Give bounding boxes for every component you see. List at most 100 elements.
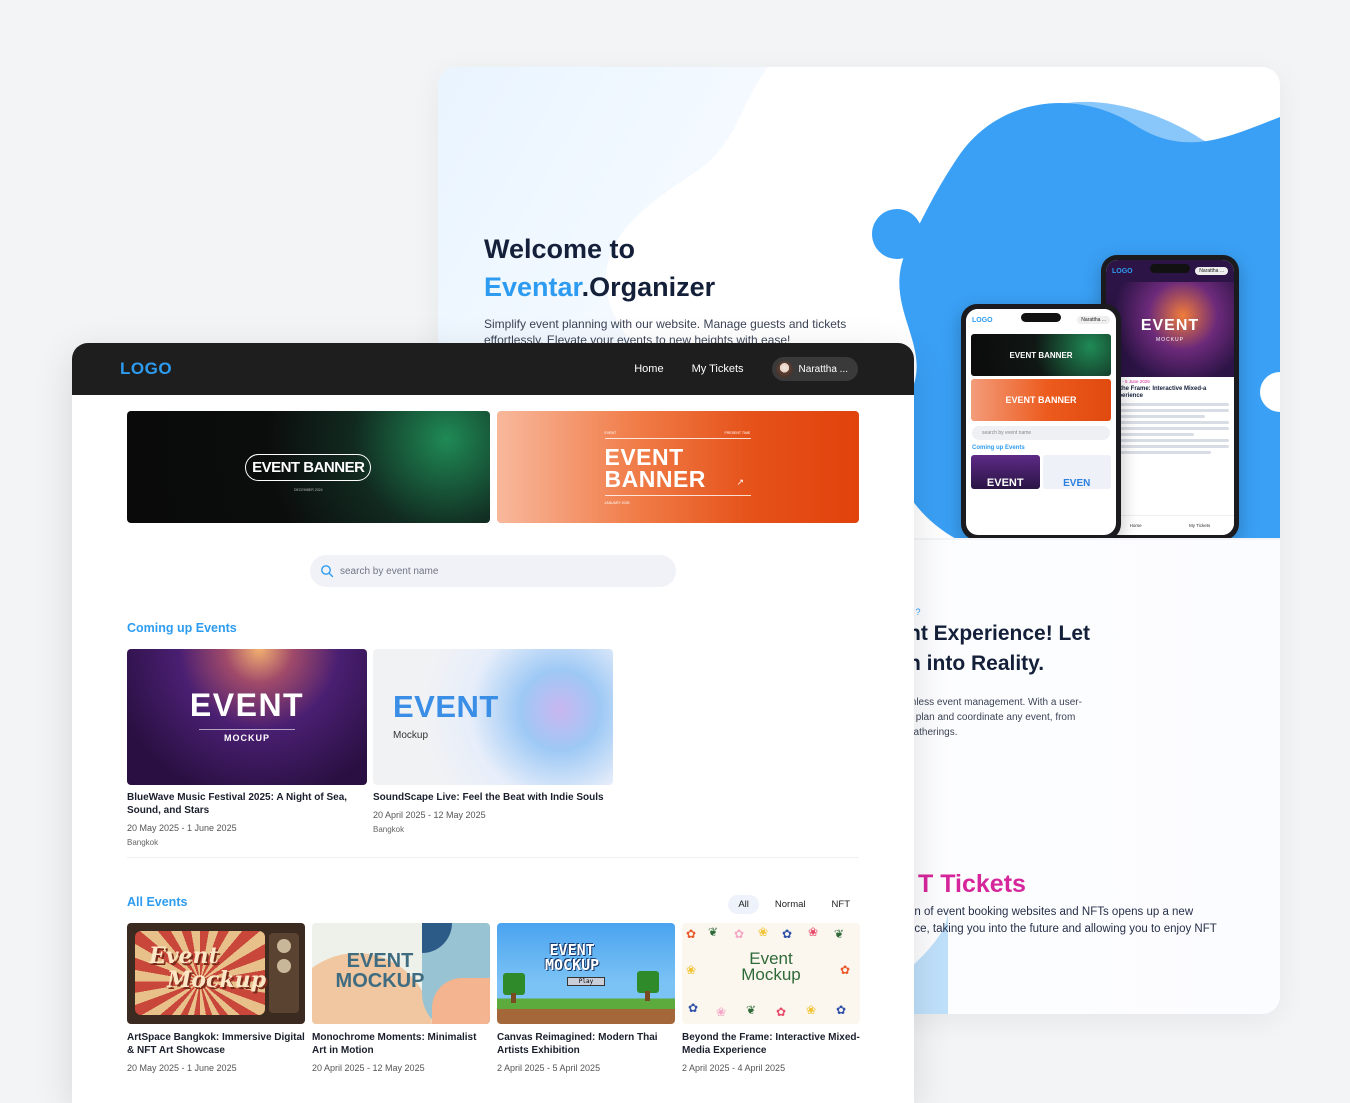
phone-user: Narattha ...: [1195, 267, 1228, 275]
banner-line: [604, 438, 751, 439]
event-title: Beyond the Frame: Interactive Mixed-Medi…: [682, 1032, 860, 1056]
event-date: 20 April 2025 - 12 May 2025: [373, 810, 486, 820]
search-icon: [321, 565, 334, 578]
filter-normal[interactable]: Normal: [765, 895, 816, 914]
features-headline: nt Experience! Let n into Reality.: [908, 622, 1091, 675]
phone-event-image: EVENT MOCKUP: [1106, 282, 1234, 377]
event-location: Bangkok: [373, 825, 405, 834]
brand-rest: .Organizer: [581, 272, 716, 302]
event-image-text: Event: [149, 943, 219, 969]
event-image-subtitle: MOCKUP: [199, 729, 295, 743]
nft-tickets-text: on of event booking websites and NFTs op…: [908, 906, 1217, 935]
nft-tickets-title: T Tickets: [918, 870, 1026, 898]
event-card[interactable]: EVENT MOCKUP Monochrome Moments: Minimal…: [312, 923, 490, 1073]
event-title: Canvas Reimagined: Modern Thai Artists E…: [497, 1032, 658, 1056]
phone-search[interactable]: search by event name: [972, 426, 1110, 440]
event-title: SoundScape Live: Feel the Beat with Indi…: [373, 792, 604, 803]
event-title: ArtSpace Bangkok: Immersive Digital & NF…: [127, 1032, 305, 1056]
banner-dark-sub: DECEMBER 2024: [293, 488, 323, 492]
coming-up-title: Coming up Events: [127, 621, 237, 635]
phone-event-small: MOCKUP: [1156, 336, 1184, 343]
event-image-subtitle: Mockup: [393, 730, 429, 741]
event-date: 20 April 2025 - 12 May 2025: [312, 1063, 425, 1073]
event-image: EVENT Mockup: [373, 649, 613, 785]
event-card[interactable]: EVENT MOCKUP Play Canvas Reimagined: Mod…: [497, 923, 675, 1073]
event-title: BlueWave Music Festival 2025: A Night of…: [127, 792, 348, 816]
features-paragraph: mless event management. With a user- y p…: [908, 697, 1082, 738]
banner-orange-line1: EVENT: [604, 444, 684, 470]
event-image-title: EVENT: [189, 687, 305, 723]
event-image-text: EVENT MOCKUP: [545, 943, 599, 973]
phone-event-description: [1106, 400, 1234, 460]
event-image-title: EVENT: [393, 689, 499, 724]
event-date: 20 May 2025 - 1 June 2025: [127, 823, 237, 833]
search-input[interactable]: [340, 565, 640, 577]
event-image-text-line2: MOCKUP: [335, 970, 425, 992]
nav-home-link[interactable]: Home: [634, 363, 663, 375]
event-image: EVENT MOCKUP: [127, 649, 367, 785]
phone-mockup-home: LOGO Narattha ... EVENT BANNER EVENT BAN…: [961, 304, 1121, 540]
app-logo[interactable]: LOGO: [120, 359, 172, 379]
banner-tiny-bottom: JANUARY 2025: [604, 501, 630, 505]
upcoming-events-list: EVENT MOCKUP BlueWave Music Festival 202…: [127, 649, 613, 847]
event-location: Bangkok: [127, 838, 159, 847]
phone-user: Narattha ...: [1077, 316, 1110, 324]
phone-tab-tickets[interactable]: My Tickets: [1189, 523, 1210, 528]
event-date: 2 April 2025 - 5 April 2025: [497, 1063, 601, 1073]
event-card[interactable]: Event Mockup ArtSpace Bangkok: Immersive…: [127, 923, 305, 1073]
filter-nft[interactable]: NFT: [822, 895, 860, 914]
phone-banner-dark: EVENT BANNER: [971, 334, 1111, 376]
phone-mockup-detail: LOGO Narattha ... EVENT MOCKUP 2025 - 5 …: [1101, 255, 1239, 540]
user-menu-button[interactable]: Narattha ...: [771, 357, 858, 381]
search-bar[interactable]: [310, 555, 676, 587]
event-title: Monochrome Moments: Minimalist Art in Mo…: [312, 1032, 477, 1056]
banner-orange-line2: BANNER: [604, 466, 706, 492]
event-card[interactable]: ✿ ❦ ✿ ❀ ✿ ❀ ❦ ❀ ✿ ✿ ❀ ❦ ✿ ❀ ✿ Event Mock…: [682, 923, 860, 1073]
banner-orange[interactable]: EVENT PRESENT TIME EVENT BANNER JANUARY …: [496, 411, 859, 523]
event-image-text: Mockup: [167, 967, 267, 993]
user-name: Narattha ...: [798, 363, 848, 375]
banner-line: [604, 495, 751, 496]
phone-logo: LOGO: [972, 316, 993, 324]
event-image: EVENT MOCKUP: [312, 923, 490, 1024]
phone-logo: LOGO: [1112, 267, 1133, 275]
event-image-text-line1: EVENT: [346, 950, 414, 972]
phone-tab-home[interactable]: Home: [1130, 523, 1142, 528]
phone-card[interactable]: EVEN: [1042, 455, 1111, 489]
banner-dark-label: EVENT BANNER: [245, 453, 372, 481]
welcome-heading: Welcome to Eventar.Organizer: [484, 230, 715, 306]
phone-card[interactable]: EVENT: [971, 455, 1040, 489]
phone-banner-orange: EVENT BANNER: [971, 379, 1111, 421]
banner-carousel: EVENT BANNER DECEMBER 2024 EVENT PRESENT…: [127, 411, 859, 523]
event-image-text: Event Mockup: [722, 950, 820, 984]
arrow-up-right-icon: ↗: [736, 477, 745, 487]
event-filter-tabs: All Normal NFT: [728, 895, 860, 914]
play-button-graphic: Play: [567, 977, 605, 986]
event-date: 2 April 2025 - 4 April 2025: [682, 1063, 786, 1073]
welcome-line1: Welcome to: [484, 234, 636, 264]
avatar: [775, 360, 793, 378]
event-image: Event Mockup: [127, 923, 305, 1024]
nav-my-tickets-link[interactable]: My Tickets: [692, 363, 744, 375]
event-image-text-line2: MOCKUP: [545, 956, 600, 974]
divider: [127, 857, 859, 858]
filter-all[interactable]: All: [728, 895, 759, 914]
banner-dark[interactable]: EVENT BANNER DECEMBER 2024: [127, 411, 490, 523]
event-image: ✿ ❦ ✿ ❀ ✿ ❀ ❦ ❀ ✿ ✿ ❀ ❦ ✿ ❀ ✿ Event Mock…: [682, 923, 860, 1024]
phone-event-title: nd the Frame: Interactive Mixed-a Experi…: [1111, 386, 1207, 399]
event-card[interactable]: EVENT Mockup SoundScape Live: Feel the B…: [373, 649, 613, 847]
phone-notch: [1021, 313, 1061, 322]
banner-tiny-left: EVENT: [604, 431, 617, 435]
phone-notch: [1150, 264, 1190, 273]
event-card[interactable]: EVENT MOCKUP BlueWave Music Festival 202…: [127, 649, 367, 847]
all-events-title: All Events: [127, 895, 188, 909]
all-events-grid: Event Mockup ArtSpace Bangkok: Immersive…: [127, 923, 860, 1073]
event-date: 20 May 2025 - 1 June 2025: [127, 1063, 237, 1073]
phone-event-big: EVENT: [1140, 316, 1200, 334]
event-image-text-line2: Mockup: [741, 965, 801, 984]
banner-orange-title: EVENT BANNER: [604, 444, 706, 492]
phone-section-title: Coming up Events: [972, 445, 1025, 451]
banner-tiny-right: PRESENT TIME: [724, 431, 751, 435]
phone-event-date: 2025 - 5 June 2025: [1111, 379, 1150, 384]
phone-tabbar: Home My Tickets: [1106, 515, 1234, 535]
